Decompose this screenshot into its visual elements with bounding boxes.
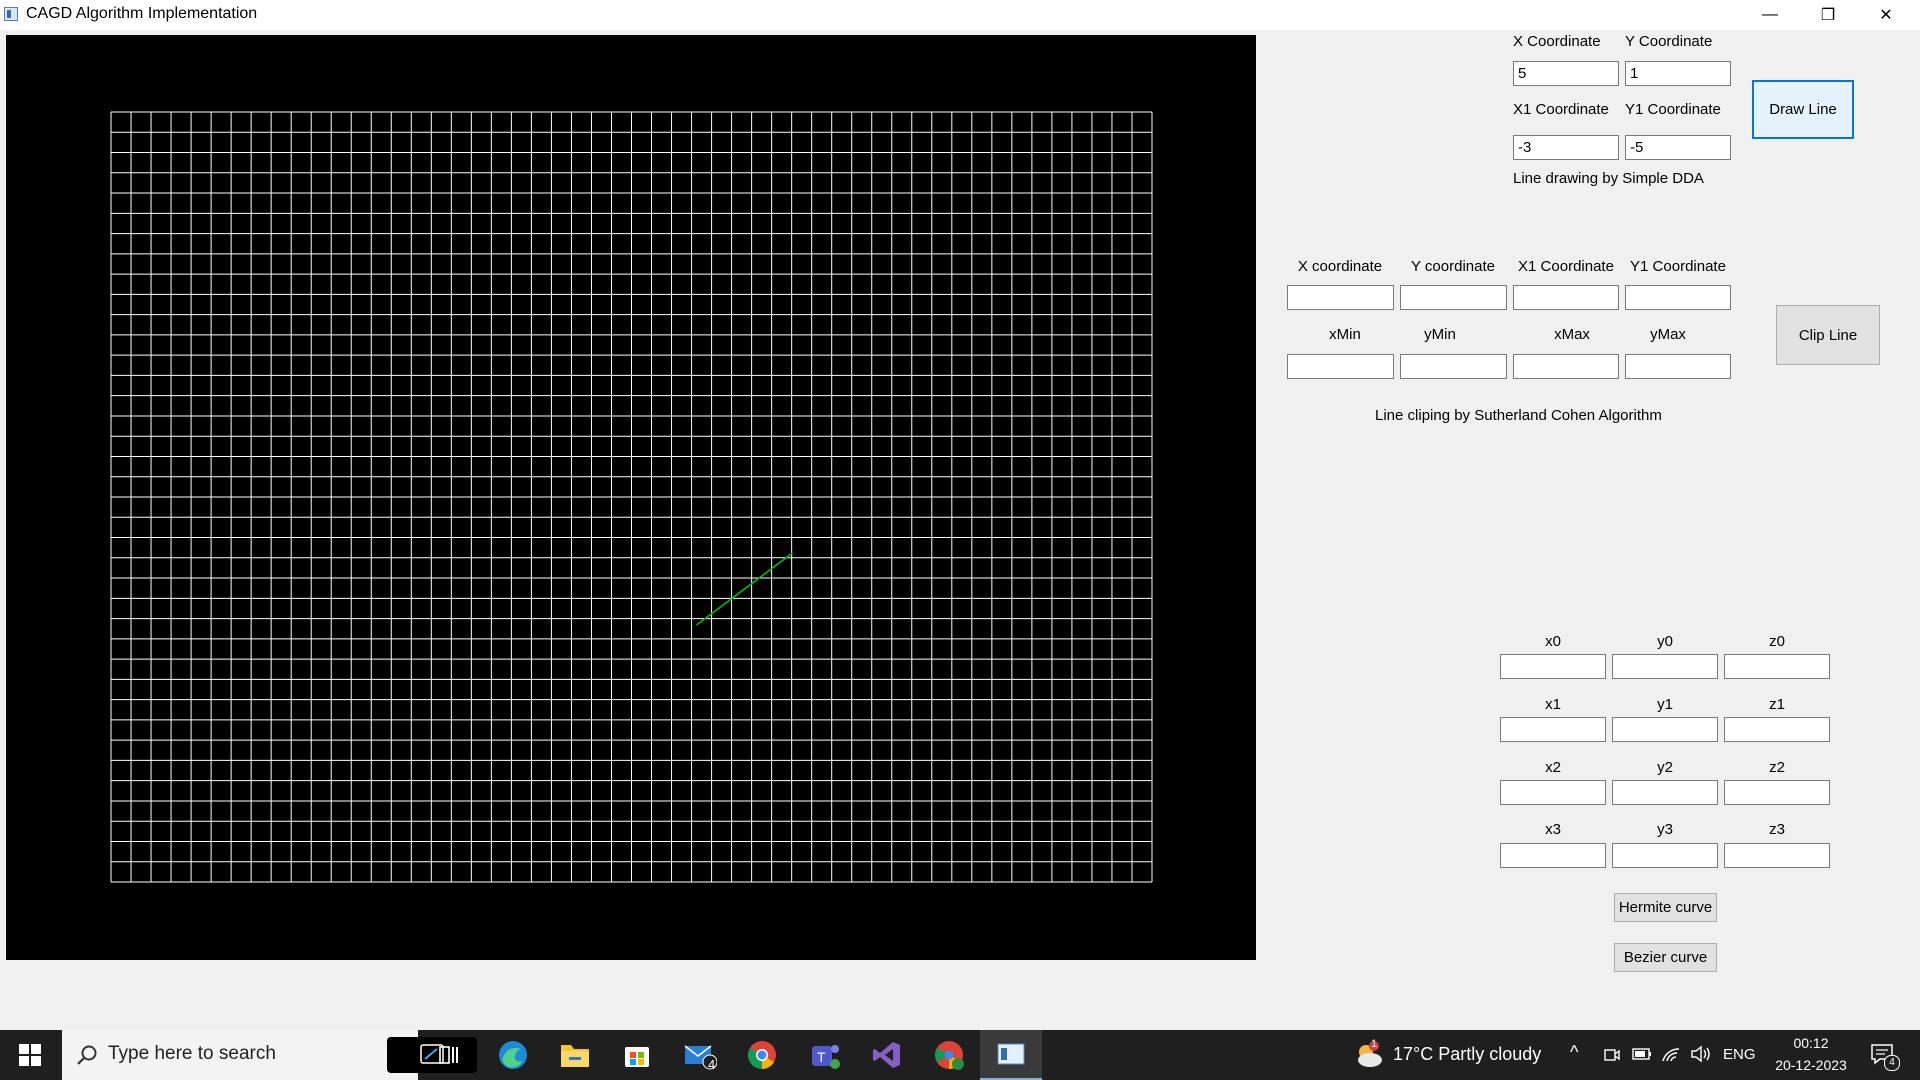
dda-y1-label: Y1 Coordinate <box>1625 101 1721 118</box>
curve-x0-label: x0 <box>1545 633 1561 650</box>
curve-x2-label: x2 <box>1545 759 1561 776</box>
clip-x-label: X coordinate <box>1297 258 1383 275</box>
teams-icon[interactable]: T <box>795 1030 855 1080</box>
curve-z3-input[interactable] <box>1724 843 1830 868</box>
clip-ymax-label: yMax <box>1650 326 1686 343</box>
chrome-icon[interactable] <box>732 1030 792 1080</box>
mail-icon[interactable]: 4 <box>670 1030 730 1080</box>
clip-ymin-label: yMin <box>1424 326 1456 343</box>
notification-badge: 4 <box>1884 1055 1900 1071</box>
curve-y1-label: y1 <box>1657 696 1673 713</box>
clip-y1-input[interactable] <box>1625 285 1731 310</box>
close-button[interactable]: ✕ <box>1857 0 1915 30</box>
hermite-curve-button[interactable]: Hermite curve <box>1614 893 1717 922</box>
curve-y2-input[interactable] <box>1612 780 1718 805</box>
curve-y3-label: y3 <box>1657 821 1673 838</box>
draw-line-button[interactable]: Draw Line <box>1752 80 1854 139</box>
file-explorer-icon[interactable] <box>545 1030 605 1080</box>
clip-xmax-input[interactable] <box>1513 354 1619 379</box>
curve-z3-label: z3 <box>1769 821 1785 838</box>
clip-caption: Line cliping by Sutherland Cohen Algorit… <box>1375 407 1662 424</box>
clip-ymin-input[interactable] <box>1400 354 1507 379</box>
curve-x3-label: x3 <box>1545 821 1561 838</box>
dda-y1-input[interactable]: -5 <box>1625 135 1731 160</box>
curve-z1-input[interactable] <box>1724 717 1830 742</box>
taskbar-search-box[interactable]: Type here to search <box>62 1030 477 1080</box>
maximize-button[interactable]: ❐ <box>1799 0 1857 30</box>
clock-date[interactable]: 20-12-2023 <box>1769 1057 1853 1073</box>
clip-y1-label: Y1 Coordinate <box>1630 258 1726 275</box>
curve-x1-input[interactable] <box>1500 717 1606 742</box>
dda-line <box>696 552 793 626</box>
curve-x3-input[interactable] <box>1500 843 1606 868</box>
wifi-icon[interactable] <box>1661 1045 1681 1068</box>
clip-x1-input[interactable] <box>1513 285 1619 310</box>
window-title: CAGD Algorithm Implementation <box>26 5 258 22</box>
curve-x1-label: x1 <box>1545 696 1561 713</box>
curve-y1-input[interactable] <box>1612 717 1718 742</box>
curve-x2-input[interactable] <box>1500 780 1606 805</box>
task-view-icon[interactable] <box>420 1030 480 1080</box>
clip-xmin-label: xMin <box>1329 326 1361 343</box>
clip-ymax-input[interactable] <box>1625 354 1731 379</box>
curve-z0-input[interactable] <box>1724 654 1830 679</box>
curve-y3-input[interactable] <box>1612 843 1718 868</box>
dda-x1-input[interactable]: -3 <box>1513 135 1619 160</box>
app-window-icon[interactable] <box>980 1030 1042 1080</box>
edge-icon[interactable] <box>483 1030 543 1080</box>
taskbar: Type here to search 4 T 1 17°C Partly cl… <box>0 1030 1920 1080</box>
dda-y-input[interactable]: 1 <box>1625 61 1731 86</box>
visual-studio-icon[interactable] <box>857 1030 917 1080</box>
chevron-up-icon[interactable]: ^ <box>1570 1042 1578 1063</box>
search-placeholder: Type here to search <box>108 1043 276 1064</box>
curve-z2-label: z2 <box>1769 759 1785 776</box>
dda-x1-label: X1 Coordinate <box>1513 101 1609 118</box>
curve-y2-label: y2 <box>1657 759 1673 776</box>
clip-xmin-input[interactable] <box>1287 354 1394 379</box>
clock-time[interactable]: 00:12 <box>1769 1035 1853 1051</box>
clip-xmax-label: xMax <box>1554 326 1590 343</box>
weather-badge: 1 <box>1371 1038 1378 1050</box>
microsoft-store-icon[interactable] <box>607 1030 667 1080</box>
grid <box>110 111 1153 883</box>
speaker-icon[interactable] <box>1690 1045 1712 1068</box>
svg-text:T: T <box>817 1049 826 1065</box>
dda-x-label: X Coordinate <box>1513 33 1601 50</box>
title-bar: CAGD Algorithm Implementation — ❐ ✕ <box>0 0 1920 30</box>
clip-x-input[interactable] <box>1287 285 1394 310</box>
clip-y-label: Y coordinate <box>1411 258 1495 275</box>
notification-icon[interactable]: 4 <box>1870 1043 1900 1071</box>
curve-z0-label: z0 <box>1769 633 1785 650</box>
drawing-canvas[interactable] <box>6 35 1256 960</box>
curve-x0-input[interactable] <box>1500 654 1606 679</box>
clip-x1-label: X1 Coordinate <box>1518 258 1614 275</box>
clip-y-input[interactable] <box>1400 285 1507 310</box>
weather-icon[interactable]: 1 <box>1352 1038 1386 1075</box>
dda-caption: Line drawing by Simple DDA <box>1513 170 1704 187</box>
clip-line-button[interactable]: Clip Line <box>1776 305 1880 365</box>
meet-now-icon[interactable] <box>1603 1046 1621 1069</box>
app-icon <box>4 7 18 21</box>
curve-z2-input[interactable] <box>1724 780 1830 805</box>
chrome-profile-icon[interactable] <box>919 1030 979 1080</box>
battery-icon[interactable] <box>1632 1047 1652 1066</box>
minimize-button[interactable]: — <box>1741 0 1799 30</box>
dda-y-label: Y Coordinate <box>1625 33 1713 50</box>
curve-y0-label: y0 <box>1657 633 1673 650</box>
mail-badge: 4 <box>708 1057 716 1072</box>
weather-text[interactable]: 17°C Partly cloudy <box>1393 1044 1541 1065</box>
search-icon <box>76 1044 98 1071</box>
dda-x-input[interactable]: 5 <box>1513 61 1619 86</box>
bezier-curve-button[interactable]: Bezier curve <box>1614 943 1717 972</box>
curve-z1-label: z1 <box>1769 696 1785 713</box>
windows-start-icon[interactable] <box>0 1030 60 1080</box>
language-indicator[interactable]: ENG <box>1723 1046 1756 1063</box>
curve-y0-input[interactable] <box>1612 654 1718 679</box>
